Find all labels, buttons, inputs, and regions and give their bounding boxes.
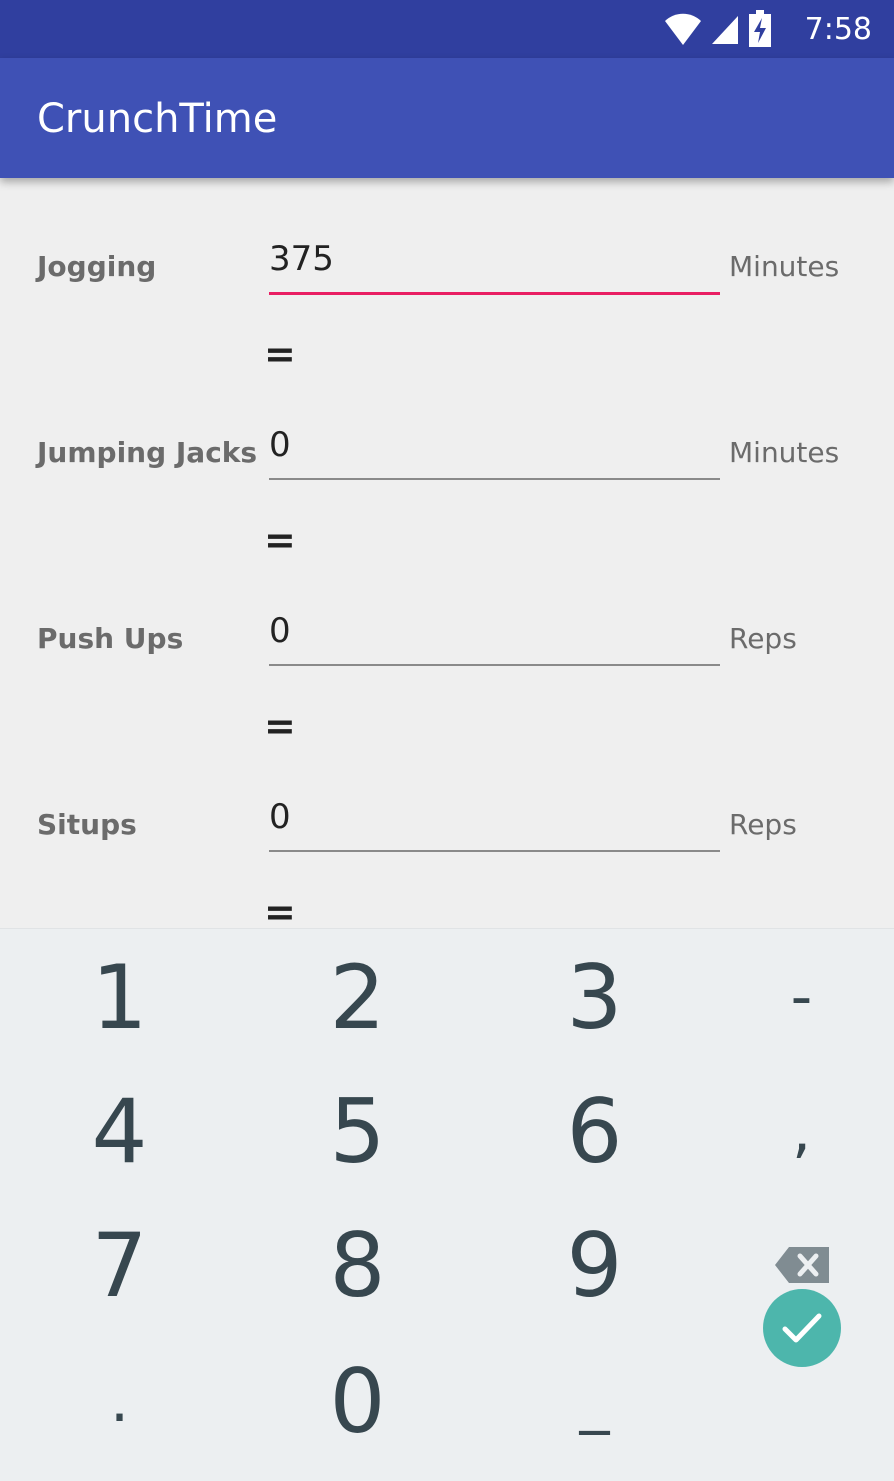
key-period[interactable]: . — [8, 1333, 231, 1469]
row-jumping-jacks: Jumping Jacks Minutes — [0, 412, 894, 492]
equals-sign: = — [264, 332, 296, 376]
app-title: CrunchTime — [37, 96, 278, 142]
status-bar: 7:58 — [0, 0, 894, 58]
key-5[interactable]: 5 — [246, 1063, 469, 1199]
wifi-icon — [665, 13, 701, 45]
jumping-jacks-input[interactable] — [269, 412, 720, 480]
key-0[interactable]: 0 — [246, 1333, 469, 1469]
status-time: 7:58 — [804, 12, 872, 47]
key-comma[interactable]: , — [690, 1063, 894, 1199]
key-space[interactable]: _ — [483, 1333, 706, 1469]
key-3[interactable]: 3 — [483, 929, 706, 1065]
key-6[interactable]: 6 — [483, 1063, 706, 1199]
equals-sign: = — [264, 890, 296, 928]
row-unit: Minutes — [729, 436, 840, 469]
row-label: Jumping Jacks — [37, 436, 258, 469]
row-unit: Minutes — [729, 250, 840, 283]
push-ups-input[interactable] — [269, 598, 720, 666]
key-minus[interactable]: - — [690, 929, 894, 1065]
row-label: Push Ups — [37, 622, 184, 655]
row-unit: Reps — [729, 622, 797, 655]
conversion-form: Jogging Minutes = Jumping Jacks Minutes … — [0, 178, 894, 928]
backspace-icon — [774, 1247, 829, 1283]
cell-signal-icon — [712, 16, 738, 44]
done-button[interactable] — [763, 1289, 841, 1367]
row-unit: Reps — [729, 808, 797, 841]
key-9[interactable]: 9 — [483, 1197, 706, 1333]
key-8[interactable]: 8 — [246, 1197, 469, 1333]
key-4[interactable]: 4 — [8, 1063, 231, 1199]
battery-charging-icon — [749, 10, 771, 47]
key-1[interactable]: 1 — [8, 929, 231, 1065]
row-situps: Situps Reps — [0, 784, 894, 864]
app-bar: CrunchTime — [0, 58, 894, 178]
key-2[interactable]: 2 — [246, 929, 469, 1065]
row-push-ups: Push Ups Reps — [0, 598, 894, 678]
situps-input[interactable] — [269, 784, 720, 852]
equals-sign: = — [264, 518, 296, 562]
check-icon — [782, 1313, 822, 1343]
status-icons — [664, 10, 772, 48]
row-label: Jogging — [37, 250, 157, 283]
key-7[interactable]: 7 — [8, 1197, 231, 1333]
row-label: Situps — [37, 808, 137, 841]
row-jogging: Jogging Minutes — [0, 226, 894, 306]
equals-sign: = — [264, 704, 296, 748]
numeric-keyboard: 1 2 3 - 4 5 6 , 7 8 9 . 0 _ — [0, 928, 894, 1481]
jogging-input[interactable] — [269, 226, 720, 295]
